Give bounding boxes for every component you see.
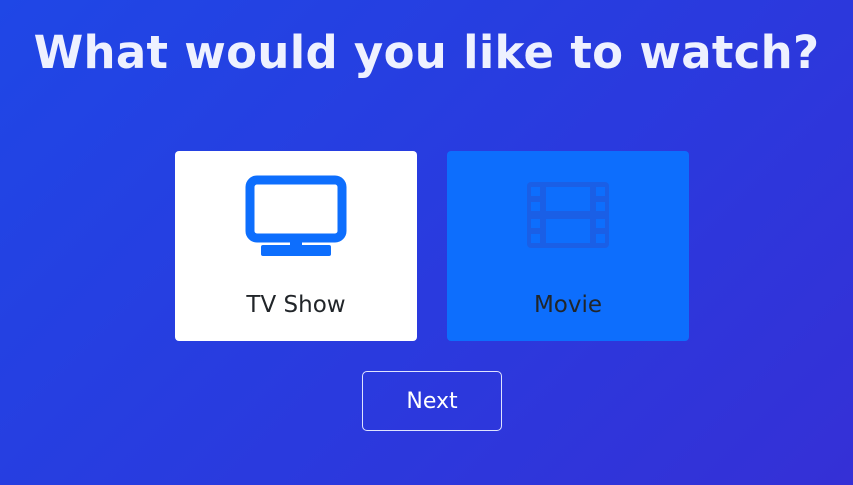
option-card-tv-show[interactable]: TV Show [175,151,417,341]
next-button[interactable]: Next [362,371,502,431]
option-label-movie: Movie [533,292,603,318]
tv-icon [175,175,417,259]
film-icon [447,175,689,259]
option-label-tv-show: TV Show [246,292,346,318]
option-card-movie[interactable]: Movie [447,151,689,341]
page-title: What would you like to watch? [33,26,820,79]
